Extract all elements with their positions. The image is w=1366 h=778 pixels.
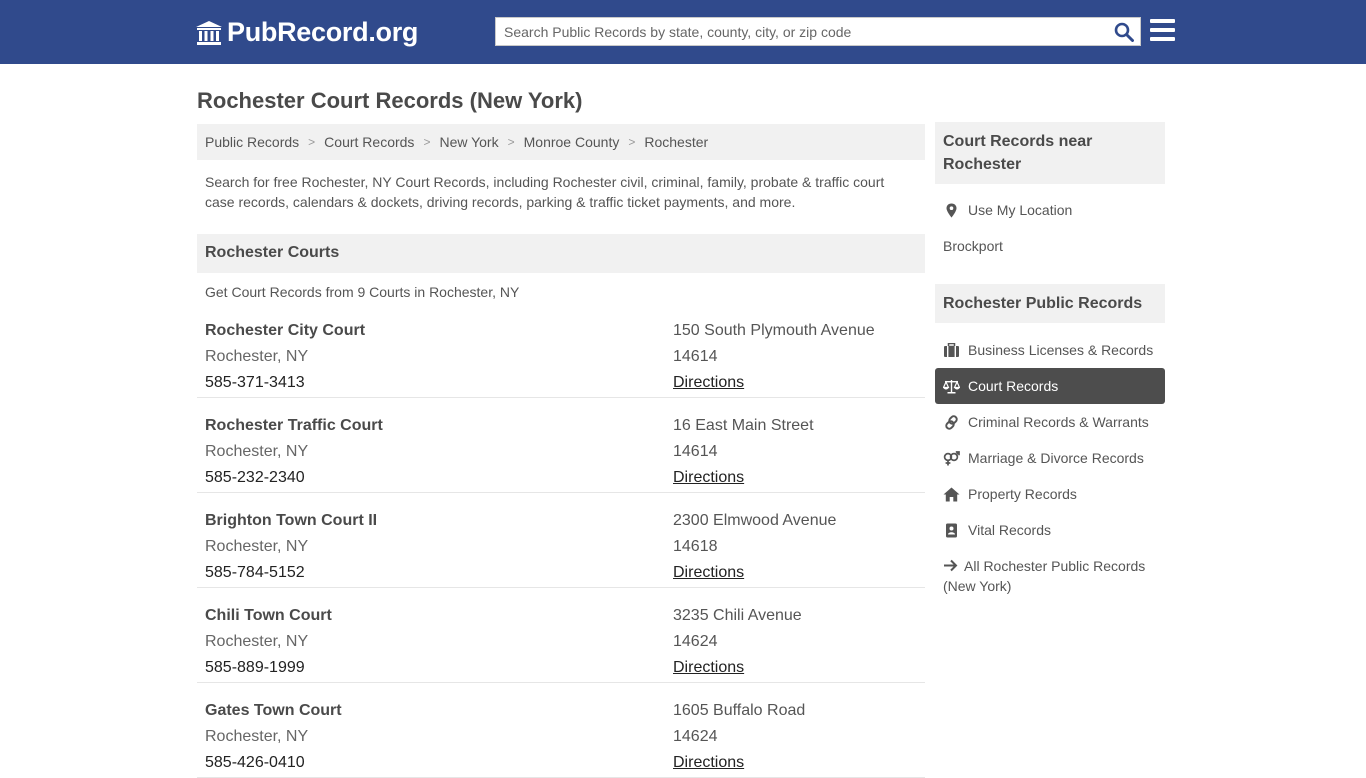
hamburger-menu-icon[interactable] [1150, 19, 1175, 41]
courthouse-icon [196, 20, 222, 45]
court-zip: 14624 [673, 728, 718, 745]
court-phone[interactable]: 585-784-5152 [205, 560, 377, 586]
search-input[interactable] [496, 18, 1096, 45]
sidebar-item-label: Marriage & Divorce Records [968, 450, 1144, 466]
gender-icon [943, 450, 960, 465]
court-name[interactable]: Brighton Town Court II [205, 508, 377, 534]
court-phone[interactable]: 585-426-0410 [205, 750, 342, 776]
sidebar-item-criminal-records[interactable]: Criminal Records & Warrants [935, 404, 1165, 440]
court-zip: 14614 [673, 348, 718, 365]
search-bar [495, 17, 1141, 46]
nearby-courts-title: Court Records near Rochester [935, 122, 1165, 184]
court-city-state: Rochester, NY [205, 538, 309, 555]
breadcrumb-separator: > [423, 135, 431, 149]
court-street: 150 South Plymouth Avenue [673, 322, 875, 339]
search-icon[interactable] [1114, 22, 1134, 42]
court-street: 2300 Elmwood Avenue [673, 512, 837, 529]
briefcase-icon [944, 342, 959, 357]
court-phone[interactable]: 585-889-1999 [205, 655, 332, 681]
intro-text: Search for free Rochester, NY Court Reco… [205, 174, 885, 210]
courts-section-title: Rochester Courts [197, 234, 925, 273]
sidebar-item-marriage-divorce[interactable]: Marriage & Divorce Records [935, 440, 1165, 476]
court-name[interactable]: Chili Town Court [205, 603, 332, 629]
sidebar-item-label: Business Licenses & Records [968, 342, 1154, 358]
logo-text: PubRecord.org [227, 17, 419, 47]
top-navbar: PubRecord.org [0, 0, 1366, 64]
all-public-records-link[interactable]: All Rochester Public Records (New York) [935, 548, 1165, 596]
breadcrumb-separator: > [628, 135, 636, 149]
court-name[interactable]: Rochester Traffic Court [205, 413, 383, 439]
court-city-state: Rochester, NY [205, 728, 309, 745]
map-marker-icon [946, 203, 957, 217]
directions-link[interactable]: Directions [673, 750, 805, 776]
directions-link[interactable]: Directions [673, 465, 814, 491]
court-street: 16 East Main Street [673, 417, 814, 434]
court-city-state: Rochester, NY [205, 348, 309, 365]
site-logo[interactable]: PubRecord.org [195, 17, 418, 48]
court-name[interactable]: Gates Town Court [205, 698, 342, 724]
breadcrumb-separator: > [308, 135, 316, 149]
court-listing: Chili Town Court Rochester, NY 585-889-1… [197, 588, 925, 683]
sidebar-item-court-records[interactable]: Court Records [935, 368, 1165, 404]
court-city-state: Rochester, NY [205, 443, 309, 460]
court-listing: Brighton Town Court II Rochester, NY 585… [197, 493, 925, 588]
sidebar: Court Records near Rochester Use My Loca… [935, 122, 1165, 596]
all-public-records-label: All Rochester Public Records (New York) [943, 558, 1146, 594]
arrow-right-icon [944, 559, 958, 572]
sidebar-item-property-records[interactable]: Property Records [935, 476, 1165, 512]
breadcrumb-monroe-county[interactable]: Monroe County [524, 134, 620, 150]
sidebar-item-vital-records[interactable]: Vital Records [935, 512, 1165, 548]
directions-link[interactable]: Directions [673, 560, 836, 586]
court-listing: Rochester Traffic Court Rochester, NY 58… [197, 398, 925, 493]
courts-section-subtitle: Get Court Records from 9 Courts in Roche… [205, 284, 520, 300]
court-city-state: Rochester, NY [205, 633, 309, 650]
sidebar-item-label: Vital Records [968, 522, 1052, 538]
breadcrumb-court-records[interactable]: Court Records [324, 134, 414, 150]
sidebar-item-label: Court Records [968, 378, 1059, 394]
use-my-location-link[interactable]: Use My Location [935, 192, 1165, 228]
vital-record-icon [946, 523, 957, 537]
court-zip: 14614 [673, 443, 718, 460]
court-listing: Gates Town Court Rochester, NY 585-426-0… [197, 683, 925, 778]
nearby-city-brockport[interactable]: Brockport [935, 228, 1165, 264]
public-records-title: Rochester Public Records [935, 284, 1165, 323]
court-street: 3235 Chili Avenue [673, 607, 802, 624]
breadcrumb-new-york[interactable]: New York [439, 134, 498, 150]
court-listing: Rochester City Court Rochester, NY 585-3… [197, 303, 925, 398]
directions-link[interactable]: Directions [673, 370, 875, 396]
link-icon [945, 414, 958, 430]
breadcrumb-rochester[interactable]: Rochester [644, 134, 708, 150]
court-phone[interactable]: 585-371-3413 [205, 370, 365, 396]
sidebar-item-label: Property Records [968, 486, 1077, 502]
breadcrumb-separator: > [507, 135, 515, 149]
page-title: Rochester Court Records (New York) [197, 88, 583, 113]
court-street: 1605 Buffalo Road [673, 702, 806, 719]
sidebar-item-label: Criminal Records & Warrants [968, 414, 1149, 430]
court-zip: 14624 [673, 633, 718, 650]
breadcrumb: Public Records > Court Records > New Yor… [197, 124, 925, 160]
main-content: Public Records > Court Records > New Yor… [197, 124, 925, 778]
scales-icon [943, 379, 960, 393]
directions-link[interactable]: Directions [673, 655, 802, 681]
breadcrumb-public-records[interactable]: Public Records [205, 134, 299, 150]
sidebar-item-business-licenses[interactable]: Business Licenses & Records [935, 332, 1165, 368]
court-zip: 14618 [673, 538, 718, 555]
home-icon [943, 487, 960, 501]
court-name[interactable]: Rochester City Court [205, 318, 365, 344]
court-phone[interactable]: 585-232-2340 [205, 465, 383, 491]
use-my-location-label: Use My Location [968, 202, 1073, 218]
